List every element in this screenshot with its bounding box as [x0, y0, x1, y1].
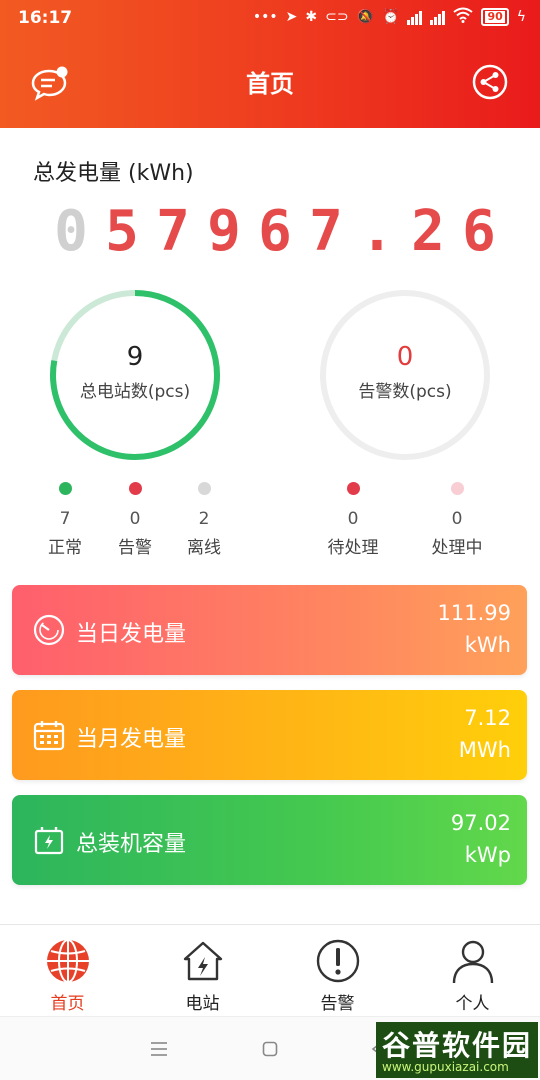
globe-icon — [46, 939, 89, 983]
menu-icon[interactable] — [150, 1041, 168, 1057]
battery-level: 90 — [485, 10, 505, 23]
charging-icon: ϟ — [516, 9, 526, 25]
status-icons: ••• ➤ ✱ ⊂⊃ 🔕 ⏰ 90 ϟ — [253, 7, 526, 27]
status-bar: 16:17 ••• ➤ ✱ ⊂⊃ 🔕 ⏰ 90 ϟ — [0, 0, 540, 38]
alarm-count-ring[interactable]: 0 告警数(pcs) — [318, 288, 492, 462]
monthly-generation-card[interactable]: 当月发电量 7.12 MWh — [12, 690, 527, 780]
total-generation-title: 总发电量 (kWh) — [33, 161, 194, 186]
home-square-icon[interactable] — [262, 1041, 278, 1057]
pending-count: 0 — [347, 509, 359, 529]
counter-digit: 5 — [105, 199, 139, 264]
tab-profile-label: 个人 — [455, 994, 490, 1014]
counter-digit: 6 — [462, 199, 496, 264]
tab-profile[interactable]: 个人 — [405, 925, 540, 1016]
app-header: 16:17 ••• ➤ ✱ ⊂⊃ 🔕 ⏰ 90 ϟ 首页 — [0, 0, 540, 128]
station-ring-chart — [50, 290, 220, 460]
station-legend-alarm: 0 告警 — [105, 482, 165, 558]
battery-icon: 90 — [481, 8, 509, 26]
tab-alarms-label: 告警 — [320, 994, 355, 1014]
alarm-label: 告警 — [118, 538, 152, 558]
alarm-clock-icon: ⏰ — [382, 9, 400, 25]
total-generation-counter: 0 5 7 9 6 7 . 2 6 — [50, 204, 500, 260]
tab-stations[interactable]: 电站 — [135, 925, 270, 1016]
daily-generation-card[interactable]: 当日发电量 111.99 kWh — [12, 585, 527, 675]
monthly-generation-number: 7.12 — [464, 706, 511, 730]
pending-label: 待处理 — [327, 538, 379, 558]
battery-icon — [34, 827, 64, 855]
monthly-generation-unit: MWh — [458, 738, 511, 762]
station-count-value: 9 — [126, 342, 144, 372]
installed-capacity-card[interactable]: 总装机容量 97.02 kWp — [12, 795, 527, 885]
signal-icon — [407, 9, 423, 25]
daily-generation-label: 当日发电量 — [76, 622, 187, 647]
page-title: 首页 — [246, 70, 294, 98]
installed-capacity-unit: kWp — [464, 843, 511, 867]
tab-home[interactable]: 首页 — [0, 925, 135, 1016]
normal-label: 正常 — [48, 538, 82, 558]
share-icon — [472, 64, 508, 100]
offline-status-dot — [197, 482, 211, 495]
processing-status-dot — [450, 482, 464, 495]
alarm-status-dot — [128, 482, 142, 495]
tab-alarms[interactable]: 告警 — [270, 925, 405, 1016]
installed-capacity-label: 总装机容量 — [76, 832, 187, 857]
toggle-icon: ⊂⊃ — [325, 9, 349, 25]
counter-digit: 7 — [156, 199, 190, 264]
share-button[interactable] — [472, 64, 508, 100]
bluetooth-icon: ✱ — [305, 9, 318, 25]
calendar-icon — [33, 721, 65, 751]
mute-icon: 🔕 — [356, 9, 374, 25]
normal-count: 7 — [59, 509, 71, 529]
wifi-icon — [453, 7, 474, 27]
alarm-count-label: 告警数(pcs) — [358, 382, 452, 402]
alarm-count-value: 0 — [396, 342, 414, 372]
processing-count: 0 — [451, 509, 463, 529]
alert-icon — [316, 939, 359, 983]
counter-digit: 9 — [207, 199, 241, 264]
installed-capacity-value: 97.02 kWp — [451, 807, 511, 871]
tab-stations-label: 电站 — [185, 994, 220, 1014]
bottom-tab-bar: 首页 电站 告警 个人 — [0, 924, 540, 1016]
station-legend-normal: 7 正常 — [35, 482, 95, 558]
station-count-ring[interactable]: 9 总电站数(pcs) — [48, 288, 222, 462]
counter-digit: 0 — [54, 199, 88, 264]
daily-generation-unit: kWh — [464, 633, 511, 657]
offline-label: 离线 — [187, 538, 221, 558]
processing-label: 处理中 — [431, 538, 483, 558]
offline-count: 2 — [198, 509, 210, 529]
monthly-generation-label: 当月发电量 — [76, 727, 187, 752]
installed-capacity-number: 97.02 — [450, 811, 511, 835]
gauge-icon — [33, 614, 65, 646]
alarm-legend-pending: 0 待处理 — [323, 482, 383, 558]
watermark-url: www.gupuxiazai.com — [382, 1060, 509, 1074]
counter-digit: 6 — [258, 199, 292, 264]
more-icon: ••• — [252, 9, 278, 25]
watermark-title: 谷普软件园 — [382, 1029, 533, 1062]
alarm-legend-processing: 0 处理中 — [427, 482, 487, 558]
tab-home-label: 首页 — [50, 994, 85, 1014]
monthly-generation-value: 7.12 MWh — [459, 702, 511, 766]
station-legend-offline: 2 离线 — [174, 482, 234, 558]
normal-status-dot — [58, 482, 72, 495]
location-icon: ➤ — [285, 9, 298, 25]
counter-digit: 2 — [411, 199, 445, 264]
alarm-ring-chart — [320, 290, 490, 460]
alarm-count: 0 — [129, 509, 141, 529]
daily-generation-number: 111.99 — [437, 601, 511, 625]
house-bolt-icon — [183, 941, 222, 981]
watermark-logo: 谷普软件园 www.gupuxiazai.com — [376, 1022, 538, 1078]
person-icon — [452, 940, 493, 984]
signal-icon-2 — [430, 9, 446, 25]
station-count-label: 总电站数(pcs) — [79, 382, 191, 402]
status-time: 16:17 — [18, 8, 73, 28]
counter-digit: 7 — [309, 199, 343, 264]
pending-status-dot — [346, 482, 360, 495]
counter-decimal-point: . — [360, 199, 394, 264]
daily-generation-value: 111.99 kWh — [438, 597, 511, 661]
